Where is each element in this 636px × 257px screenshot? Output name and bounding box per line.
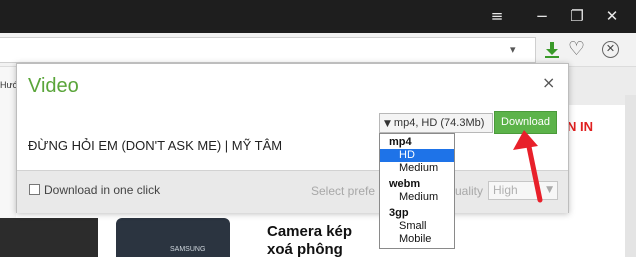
heart-icon[interactable]: ♡ (568, 38, 585, 60)
option-mp4-hd[interactable]: HD (380, 149, 454, 162)
page-scrollbar[interactable] (625, 95, 636, 257)
option-3gp-mobile[interactable]: Mobile (380, 233, 454, 246)
video-thumbnail[interactable] (0, 218, 98, 257)
close-icon[interactable]: ✕ (597, 0, 627, 33)
minimize-icon[interactable]: − (527, 0, 557, 33)
option-webm-medium[interactable]: Medium (380, 191, 454, 204)
page-red-text: N IN (567, 119, 593, 134)
option-group-webm: webm (389, 178, 421, 190)
option-group-3gp: 3gp (389, 207, 409, 219)
format-dropdown: mp4 HD Medium webm Medium 3gp Small Mobi… (379, 133, 455, 249)
selected-format: mp4, HD (74.3Mb) (393, 117, 485, 129)
ad-headline: Camera kép xoá phông (267, 223, 353, 257)
select-preferred-label: Select prefe (311, 184, 376, 198)
download-one-click-label[interactable]: Download in one click (44, 183, 160, 197)
option-3gp-small[interactable]: Small (380, 220, 454, 233)
download-icon[interactable] (544, 41, 560, 59)
close-circle-icon[interactable]: ✕ (602, 41, 619, 58)
address-bar: ▾ ♡ ✕ (0, 33, 636, 67)
phone-brand-label: SAMSUNG (170, 246, 206, 253)
dialog-close-icon[interactable]: × (542, 73, 555, 92)
option-group-mp4: mp4 (389, 136, 412, 148)
red-arrow-annotation (513, 130, 543, 203)
url-dropdown-icon[interactable]: ▾ (510, 43, 516, 56)
restore-icon[interactable]: ❐ (562, 0, 592, 33)
chevron-down-icon: ▼ (384, 119, 391, 129)
url-field[interactable]: ▾ (0, 37, 536, 63)
option-mp4-medium[interactable]: Medium (380, 162, 454, 175)
dialog-title: Video (28, 75, 79, 97)
tab-menu-icon[interactable]: ≡ (482, 0, 512, 33)
browser-title-bar: ≡ − ❐ ✕ (0, 0, 636, 33)
quality-label: uality (455, 184, 484, 198)
video-dialog: Video × ĐỪNG HỎI EM (DON'T ASK ME) | MỸ … (16, 63, 569, 213)
video-name: ĐỪNG HỎI EM (DON'T ASK ME) | MỸ TÂM (28, 138, 283, 153)
format-select[interactable]: ▼ mp4, HD (74.3Mb) (379, 113, 493, 133)
download-one-click-checkbox[interactable] (29, 184, 40, 195)
